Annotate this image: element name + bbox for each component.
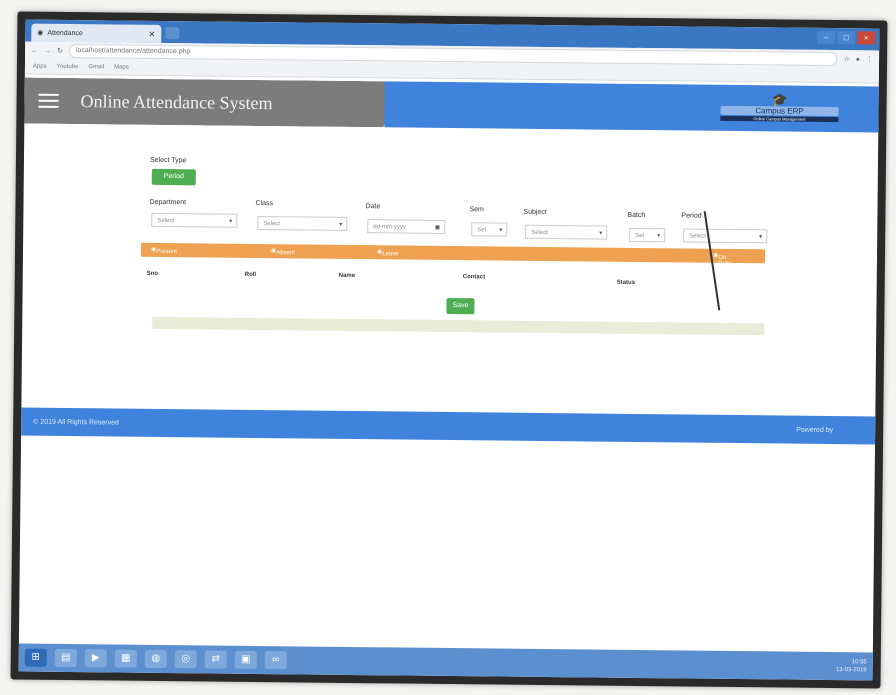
- campus-logo: 🎓 Campus ERP Online Campus Management: [720, 92, 839, 124]
- period-label: Period: [681, 212, 702, 220]
- app-title: Online Attendance System: [80, 90, 273, 113]
- os-taskbar: ⊞ ▤ ▶ ▦ ◍ ◎ ⇄ ▣ ∞ 10:55 13-03-2019: [18, 643, 873, 681]
- header-contact: Contact: [462, 274, 486, 281]
- chrome-icon[interactable]: ◎: [174, 650, 197, 669]
- logo-name: Campus ERP: [720, 105, 839, 117]
- graduation-cap-icon: 🎓: [771, 92, 788, 108]
- close-tab-icon[interactable]: ✕: [149, 29, 156, 38]
- class-select[interactable]: Select ▾: [257, 215, 348, 231]
- logo-tagline: Online Campus Management: [720, 115, 839, 123]
- new-tab-button[interactable]: [165, 27, 180, 40]
- link-icon[interactable]: ∞: [264, 651, 287, 670]
- radio-present[interactable]: ◉ Present: [151, 246, 177, 255]
- sem-select[interactable]: Sel ▾: [471, 222, 508, 237]
- photo-frame: ◉ Attendance ✕ – □ × ← → ↻ localhost/att…: [10, 11, 888, 689]
- menu-icon[interactable]: ⋮: [866, 55, 873, 63]
- save-button[interactable]: Save: [446, 297, 475, 315]
- radio-leave[interactable]: ◉ Leave: [377, 248, 399, 257]
- period-select[interactable]: Select ▾: [683, 228, 768, 244]
- bookmark-maps[interactable]: Maps: [114, 64, 129, 70]
- minimize-button[interactable]: –: [817, 30, 836, 45]
- radio-absent[interactable]: ◉ Absent: [271, 247, 295, 256]
- message-bar: [152, 316, 765, 336]
- bookmark-youtube[interactable]: Youtube: [57, 64, 79, 70]
- batch-label: Batch: [627, 211, 646, 220]
- header-name: Name: [338, 272, 356, 280]
- reload-icon[interactable]: ↻: [57, 47, 63, 55]
- forward-icon[interactable]: →: [44, 47, 51, 54]
- header-right: 🎓 Campus ERP Online Campus Management: [384, 81, 879, 133]
- media-icon[interactable]: ▶: [84, 649, 107, 668]
- maximize-button[interactable]: □: [837, 31, 856, 45]
- app-footer: © 2019 All Rights Reserved Powered by: [21, 407, 876, 445]
- hamburger-menu-icon[interactable]: [39, 94, 59, 108]
- star-icon[interactable]: ☆: [844, 55, 850, 63]
- back-icon[interactable]: ←: [31, 47, 38, 54]
- select-type-label: Select Type: [149, 156, 187, 165]
- folder-icon[interactable]: ▦: [114, 649, 137, 668]
- sem-label: Sem: [469, 206, 484, 214]
- type-button[interactable]: Period: [151, 168, 196, 186]
- header-left: Online Attendance System: [24, 78, 398, 128]
- close-window-button[interactable]: ×: [857, 31, 876, 45]
- start-button[interactable]: ⊞: [24, 648, 47, 667]
- firefox-icon[interactable]: ◍: [144, 649, 167, 669]
- calendar-icon: ▣: [434, 224, 441, 231]
- tab-title: Attendance: [47, 29, 83, 37]
- radio-on-duty[interactable]: ◉ On Duty: [713, 252, 731, 267]
- bookmark-apps[interactable]: Apps: [33, 64, 47, 70]
- profile-icon[interactable]: ●: [856, 56, 860, 63]
- system-tray[interactable]: 10:55 13-03-2019: [836, 658, 867, 674]
- department-select[interactable]: Select ▾: [151, 212, 238, 228]
- clock-date: 13-03-2019: [835, 667, 867, 674]
- network-icon[interactable]: ⇄: [204, 650, 227, 669]
- attendance-form: Select Type Period Department Select ▾ Cl…: [23, 124, 879, 336]
- bookmark-gmail[interactable]: Gmail: [88, 64, 104, 70]
- header-roll: Roll: [244, 271, 257, 278]
- copyright-text: © 2019 All Rights Reserved: [33, 418, 119, 427]
- credit-link[interactable]: Powered by: [796, 426, 833, 433]
- screen: ◉ Attendance ✕ – □ × ← → ↻ localhost/att…: [18, 19, 880, 681]
- department-label: Department: [149, 198, 187, 207]
- status-option-bar: ◉ Present ◉ Absent ◉ Leave ◉ On Duty: [140, 242, 766, 267]
- class-label: Class: [255, 199, 274, 208]
- date-input[interactable]: dd-mm-yyyy ▣: [367, 219, 446, 234]
- date-label: Date: [365, 203, 381, 211]
- header-sno: Sno: [146, 270, 159, 277]
- header-status: Status: [616, 279, 636, 286]
- browser-tab[interactable]: ◉ Attendance ✕: [31, 23, 162, 43]
- globe-icon: ◉: [37, 29, 44, 37]
- batch-select[interactable]: Sel ▾: [629, 227, 666, 243]
- subject-select[interactable]: Select ▾: [525, 224, 608, 240]
- server-icon[interactable]: ▣: [234, 650, 257, 670]
- subject-label: Subject: [523, 208, 547, 217]
- window-controls: – □ ×: [817, 30, 876, 45]
- explorer-icon[interactable]: ▤: [54, 648, 77, 668]
